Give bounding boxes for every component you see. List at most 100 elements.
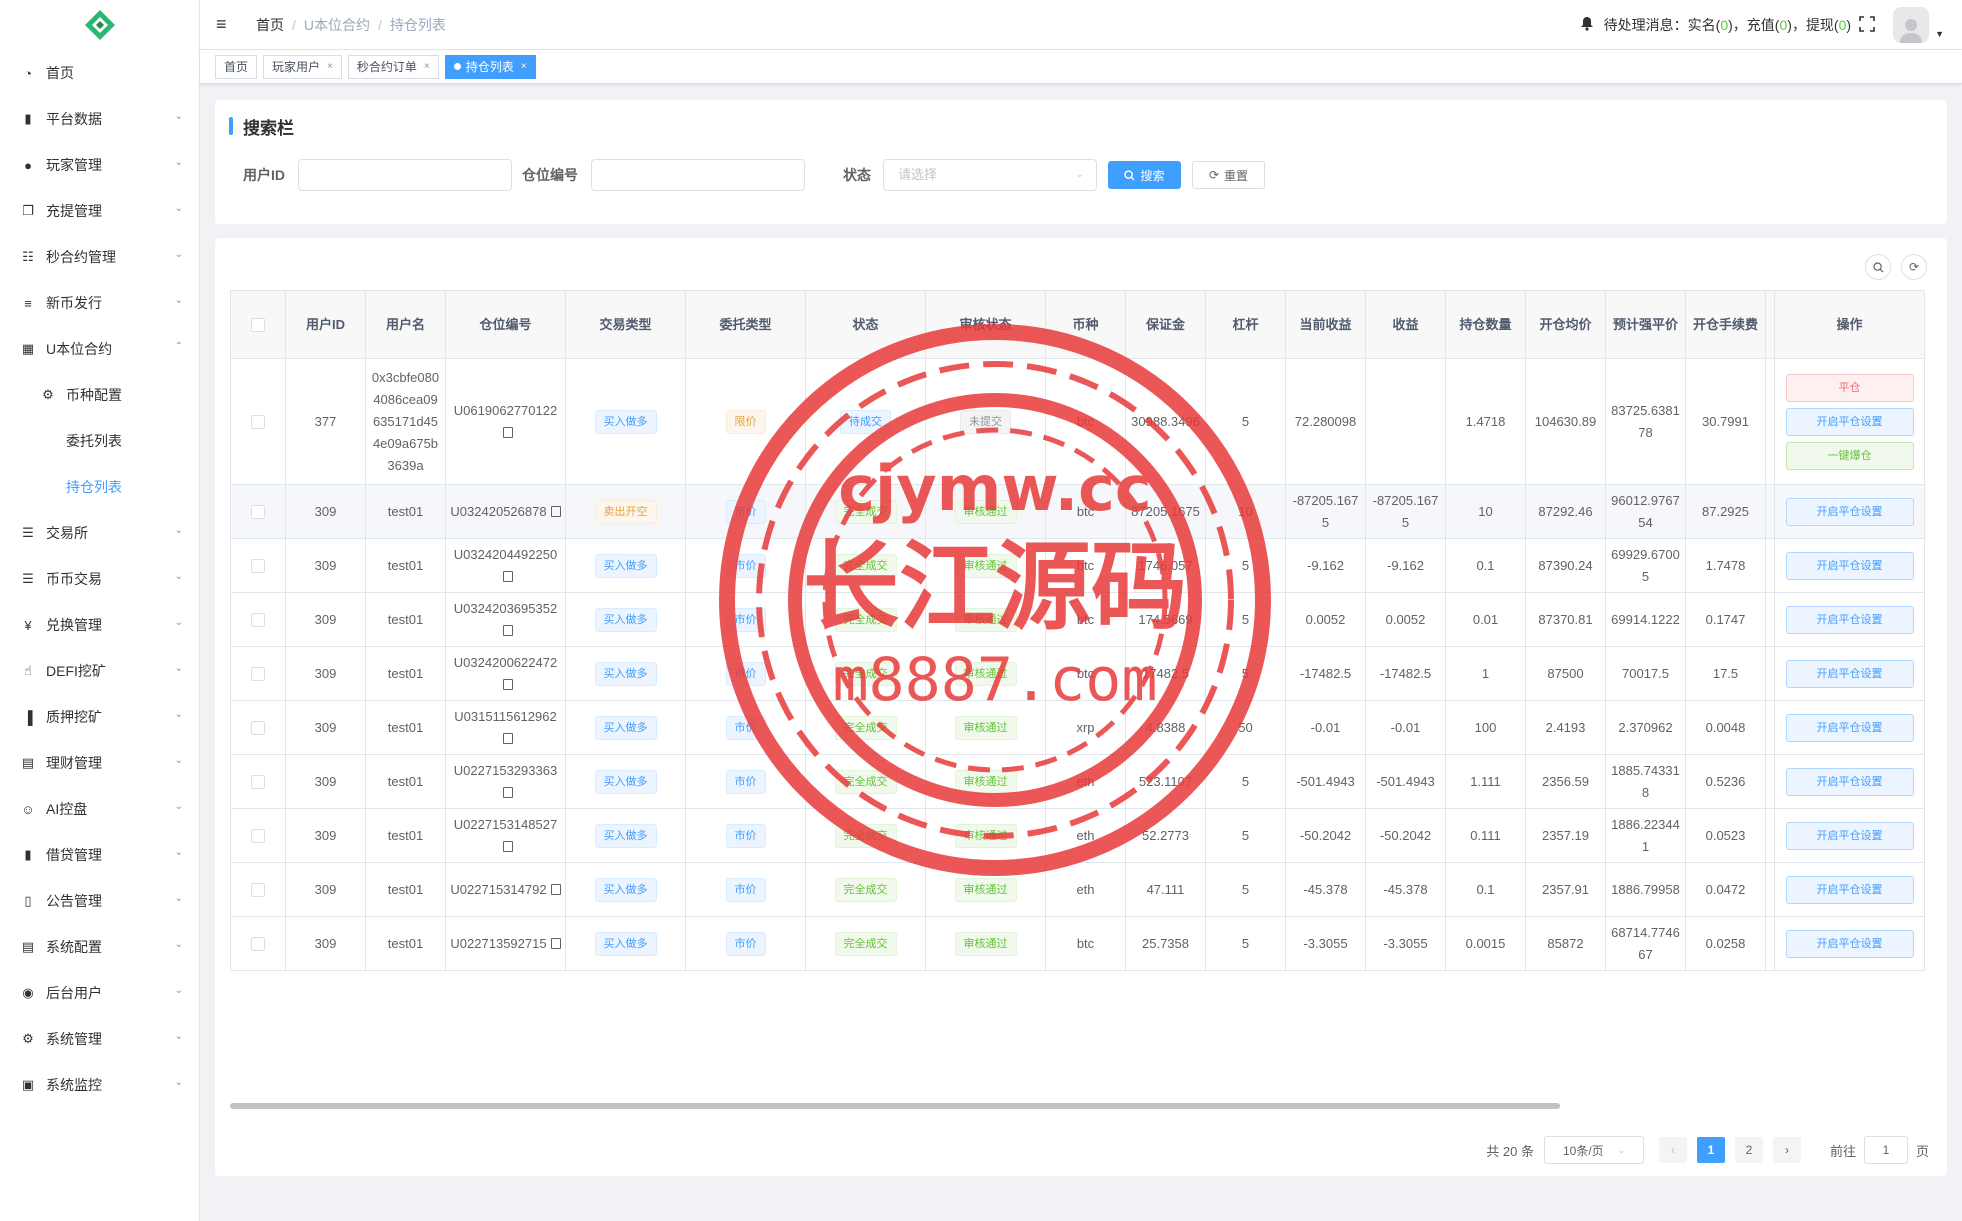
sidebar-item-8[interactable]: 委托列表 bbox=[0, 418, 199, 464]
tab-3[interactable]: 持仓列表 × bbox=[444, 54, 536, 79]
sidebar-item-3[interactable]: ❐ 充提管理 ⌄ bbox=[0, 188, 199, 234]
sidebar-item-9[interactable]: 持仓列表 bbox=[0, 464, 199, 510]
sidebar-item-17[interactable]: ▮ 借贷管理 ⌄ bbox=[0, 832, 199, 878]
sidebar-item-16[interactable]: ☺ AI控盘 ⌄ bbox=[0, 786, 199, 832]
row-checkbox[interactable] bbox=[251, 505, 265, 520]
sidebar-item-20[interactable]: ◉ 后台用户 ⌄ bbox=[0, 970, 199, 1016]
tab-1[interactable]: 玩家用户 × bbox=[263, 54, 342, 79]
action-button-0[interactable]: 平仓 bbox=[1785, 373, 1914, 402]
sidebar-item-21[interactable]: ⚙ 系统管理 ⌄ bbox=[0, 1016, 199, 1062]
row-checkbox[interactable] bbox=[251, 829, 265, 844]
copy-icon[interactable] bbox=[502, 786, 513, 798]
status-select[interactable]: 请选择 ⌄ bbox=[883, 159, 1097, 191]
copy-icon[interactable] bbox=[502, 426, 513, 438]
table-row[interactable]: 309 test01 U0227153293363 买入做多 市价 完全成交 审核通过 eth… bbox=[230, 754, 1925, 809]
sidebar-item-6[interactable]: ▦ U本位合约 ⌃ bbox=[0, 326, 199, 372]
copy-icon[interactable] bbox=[502, 732, 513, 744]
action-button-0[interactable]: 开启平仓设置 bbox=[1785, 713, 1914, 742]
action-button-0[interactable]: 开启平仓设置 bbox=[1785, 497, 1914, 526]
row-checkbox[interactable] bbox=[251, 721, 265, 736]
bell-icon[interactable] bbox=[1580, 16, 1594, 34]
row-checkbox[interactable] bbox=[251, 883, 265, 898]
table-row[interactable]: 377 0x3cbfe0804086cea09635171d454e09a675b… bbox=[230, 358, 1925, 485]
sidebar-item-19[interactable]: ▤ 系统配置 ⌄ bbox=[0, 924, 199, 970]
copy-icon[interactable] bbox=[502, 624, 513, 636]
sidebar-item-5[interactable]: ≡ 新币发行 ⌄ bbox=[0, 280, 199, 326]
table-row[interactable]: 309 test01 U0315115612962 买入做多 市价 完全成交 审核通过 xrp… bbox=[230, 700, 1925, 755]
action-button-0[interactable]: 开启平仓设置 bbox=[1785, 551, 1914, 580]
sidebar-item-0[interactable]: ◔ 首页 bbox=[0, 50, 199, 96]
hamburger-icon[interactable]: ≡ bbox=[216, 14, 234, 35]
table-row[interactable]: 309 test01 U022715314792 买入做多 市价 完全成交 审核通过 eth 4… bbox=[230, 862, 1925, 917]
table-row[interactable]: 309 test01 U0324200622472 买入做多 市价 完全成交 审核通过 btc… bbox=[230, 646, 1925, 701]
avatar-caret-icon[interactable]: ▼ bbox=[1935, 29, 1944, 39]
action-button-1[interactable]: 开启平仓设置 bbox=[1785, 407, 1914, 436]
sidebar-item-12[interactable]: ¥ 兑换管理 ⌄ bbox=[0, 602, 199, 648]
realname-pending[interactable]: 实名(0) bbox=[1688, 15, 1733, 35]
sidebar-item-2[interactable]: ● 玩家管理 ⌄ bbox=[0, 142, 199, 188]
table-row[interactable]: 309 test01 U022713592715 买入做多 市价 完全成交 审核通过 btc 2… bbox=[230, 916, 1925, 971]
withdraw-pending[interactable]: 提现(0) bbox=[1806, 15, 1851, 35]
action-button-0[interactable]: 开启平仓设置 bbox=[1785, 875, 1914, 904]
sidebar-item-10[interactable]: ☰ 交易所 ⌄ bbox=[0, 510, 199, 556]
fullscreen-icon[interactable] bbox=[1859, 15, 1875, 35]
cell-uid: 309 bbox=[314, 611, 337, 627]
sidebar-item-label: 理财管理 bbox=[46, 755, 102, 771]
avatar[interactable] bbox=[1893, 7, 1930, 43]
copy-icon[interactable] bbox=[550, 937, 561, 949]
user-id-input[interactable] bbox=[298, 159, 512, 191]
search-button[interactable]: 搜索 bbox=[1108, 161, 1181, 189]
action-button-2[interactable]: 一键爆仓 bbox=[1785, 441, 1914, 470]
tab-0[interactable]: 首页 bbox=[215, 54, 258, 79]
sidebar-item-1[interactable]: ▮ 平台数据 ⌄ bbox=[0, 96, 199, 142]
row-checkbox[interactable] bbox=[251, 415, 265, 430]
select-all-checkbox[interactable] bbox=[251, 318, 265, 333]
recharge-pending[interactable]: 充值(0) bbox=[1747, 15, 1792, 35]
sidebar-item-7[interactable]: ⚙ 币种配置 bbox=[0, 372, 199, 418]
cell-lev: 5 bbox=[1241, 413, 1250, 429]
table-row[interactable]: 309 test01 U0324203695352 买入做多 市价 完全成交 审核通过 btc… bbox=[230, 592, 1925, 647]
tab-2[interactable]: 秒合约订单 × bbox=[347, 54, 439, 79]
copy-icon[interactable] bbox=[550, 505, 561, 517]
prev-page-button[interactable]: ‹ bbox=[1658, 1137, 1687, 1163]
action-button-0[interactable]: 开启平仓设置 bbox=[1785, 659, 1914, 688]
copy-icon[interactable] bbox=[502, 678, 513, 690]
toggle-search-button[interactable] bbox=[1865, 254, 1891, 280]
breadcrumb-home[interactable]: 首页 bbox=[256, 17, 284, 33]
sidebar-item-18[interactable]: ▯ 公告管理 ⌄ bbox=[0, 878, 199, 924]
copy-icon[interactable] bbox=[502, 840, 513, 852]
page-2-button[interactable]: 2 bbox=[1734, 1137, 1763, 1163]
table-row[interactable]: 309 test01 U0324204492250 买入做多 市价 完全成交 审核通过 btc… bbox=[230, 538, 1925, 593]
position-no-input[interactable] bbox=[591, 159, 805, 191]
sidebar-item-22[interactable]: ▣ 系统监控 ⌄ bbox=[0, 1062, 199, 1108]
sidebar-item-14[interactable]: ▐ 质押挖矿 ⌄ bbox=[0, 694, 199, 740]
action-button-0[interactable]: 开启平仓设置 bbox=[1785, 767, 1914, 796]
sidebar-item-15[interactable]: ▤ 理财管理 ⌄ bbox=[0, 740, 199, 786]
close-icon[interactable]: × bbox=[521, 56, 527, 78]
action-button-0[interactable]: 开启平仓设置 bbox=[1785, 929, 1914, 958]
horizontal-scrollbar[interactable] bbox=[230, 1103, 1560, 1109]
action-button-0[interactable]: 开启平仓设置 bbox=[1785, 821, 1914, 850]
copy-icon[interactable] bbox=[550, 883, 561, 895]
page-1-button[interactable]: 1 bbox=[1696, 1137, 1725, 1163]
logo[interactable] bbox=[0, 0, 199, 50]
table-row[interactable]: 309 test01 U032420526878 卖出开空 市价 完全成交 审核通过 btc 8… bbox=[230, 484, 1925, 539]
refresh-button[interactable]: ⟳ bbox=[1901, 254, 1927, 280]
goto-page-input[interactable]: 1 bbox=[1863, 1136, 1908, 1164]
next-page-button[interactable]: › bbox=[1772, 1137, 1801, 1163]
sidebar-item-13[interactable]: ☝ DEFI挖矿 ⌄ bbox=[0, 648, 199, 694]
row-checkbox[interactable] bbox=[251, 775, 265, 790]
row-checkbox[interactable] bbox=[251, 559, 265, 574]
row-checkbox[interactable] bbox=[251, 613, 265, 628]
close-icon[interactable]: × bbox=[327, 56, 333, 78]
reset-button[interactable]: ⟳ 重置 bbox=[1192, 161, 1265, 189]
page-size-select[interactable]: 10条/页 ⌄ bbox=[1543, 1136, 1644, 1164]
sidebar-item-4[interactable]: ☷ 秒合约管理 ⌄ bbox=[0, 234, 199, 280]
action-button-0[interactable]: 开启平仓设置 bbox=[1785, 605, 1914, 634]
table-row[interactable]: 309 test01 U0227153148527 买入做多 市价 完全成交 审核通过 eth… bbox=[230, 808, 1925, 863]
row-checkbox[interactable] bbox=[251, 667, 265, 682]
sidebar-item-11[interactable]: ☰ 币币交易 ⌄ bbox=[0, 556, 199, 602]
row-checkbox[interactable] bbox=[251, 937, 265, 952]
close-icon[interactable]: × bbox=[424, 56, 430, 78]
copy-icon[interactable] bbox=[502, 570, 513, 582]
